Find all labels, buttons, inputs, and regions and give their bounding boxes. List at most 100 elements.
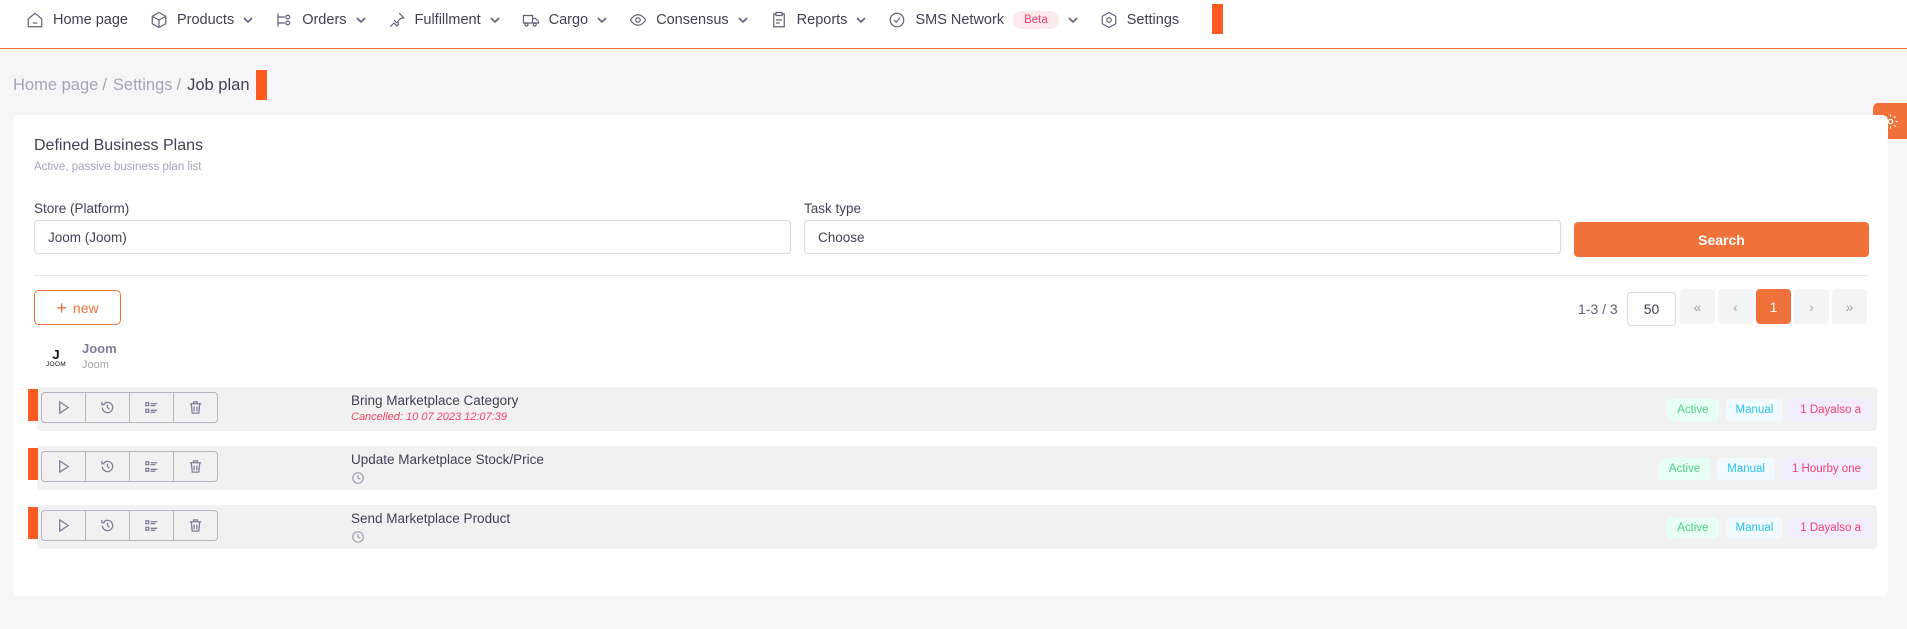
breadcrumb: Home page / Settings / Job plan <box>13 70 267 100</box>
breadcrumb-current: Job plan <box>187 75 250 94</box>
beta-badge: Beta <box>1013 11 1059 29</box>
run-button[interactable] <box>41 392 86 423</box>
nav-home[interactable]: Home page <box>26 0 128 40</box>
page-size-select[interactable]: 50 <box>1627 292 1676 326</box>
status-badge: Active <box>1667 399 1719 421</box>
store-select-value: Joom (Joom) <box>48 229 127 245</box>
pagination-count: 1-3 / 3 <box>1578 301 1618 317</box>
card-subtitle: Active, passive business plan list <box>34 161 202 173</box>
chevron-down-icon <box>597 15 607 25</box>
highlight-marker <box>28 448 38 480</box>
last-page-button[interactable]: » <box>1832 289 1867 324</box>
first-page-button[interactable]: « <box>1680 289 1715 324</box>
job-row: Bring Marketplace Category Cancelled: 10… <box>28 387 1877 431</box>
business-plans-card: Defined Business Plans Active, passive b… <box>13 115 1888 596</box>
nav-products[interactable]: Products <box>150 0 253 40</box>
breadcrumb-settings[interactable]: Settings <box>113 76 173 95</box>
search-button[interactable]: Search <box>1574 222 1869 257</box>
hexagon-gear-icon <box>1100 11 1118 29</box>
nav-sms-network-label: SMS Network <box>915 12 1005 28</box>
history-button[interactable] <box>85 392 130 423</box>
new-button-label: new <box>72 299 99 316</box>
clipboard-icon <box>770 11 788 29</box>
run-button[interactable] <box>41 451 86 482</box>
nav-orders-label: Orders <box>302 12 347 28</box>
play-icon <box>59 459 70 474</box>
store-label: Store (Platform) <box>34 201 130 216</box>
delete-button[interactable] <box>173 510 218 541</box>
box-icon <box>150 11 168 29</box>
breadcrumb-separator: / <box>176 75 182 94</box>
job-title: Bring Marketplace Category <box>351 393 519 408</box>
delete-button[interactable] <box>173 451 218 482</box>
clock-icon <box>351 471 365 485</box>
nav-cargo[interactable]: Cargo <box>522 0 608 40</box>
nav-consensus-label: Consensus <box>656 12 729 28</box>
chevron-down-icon <box>490 15 500 25</box>
job-title: Update Marketplace Stock/Price <box>351 452 544 467</box>
joom-logo-text: JOOM <box>46 360 66 368</box>
prev-page-button[interactable]: ‹ <box>1718 289 1753 324</box>
orders-icon <box>275 11 293 29</box>
joom-logo: J JOOM <box>42 344 70 372</box>
chevron-down-icon <box>355 15 366 25</box>
nav-settings[interactable]: Settings <box>1100 0 1179 40</box>
history-button[interactable] <box>85 510 130 541</box>
job-row: Send Marketplace Product Active Manual 1… <box>28 505 1877 549</box>
nav-consensus[interactable]: Consensus <box>629 0 748 40</box>
card-title: Defined Business Plans <box>34 137 203 154</box>
nav-products-label: Products <box>176 12 235 28</box>
details-button[interactable] <box>129 451 174 482</box>
history-button[interactable] <box>85 451 130 482</box>
run-button[interactable] <box>41 510 86 541</box>
nav-sms-network[interactable]: SMS Network Beta <box>888 0 1078 40</box>
delete-button[interactable] <box>173 392 218 423</box>
clock-icon <box>351 530 365 544</box>
task-type-select-value: Choose <box>818 229 865 245</box>
eye-icon <box>629 11 647 29</box>
breadcrumb-home[interactable]: Home page <box>13 76 98 95</box>
job-row: Update Marketplace Stock/Price Active Ma… <box>28 446 1877 490</box>
nav-reports[interactable]: Reports <box>770 0 867 40</box>
play-icon <box>59 400 70 415</box>
plus-icon: + <box>56 297 67 318</box>
job-badges: Active Manual 1 Dayalso a <box>1660 399 1871 421</box>
new-button[interactable]: + new <box>34 290 121 325</box>
period-badge: 1 Dayalso a <box>1790 399 1871 421</box>
top-nav: Home page Products Orders Fulfillment Ca… <box>0 0 1907 49</box>
job-actions <box>41 392 218 423</box>
nav-home-label: Home page <box>53 12 128 28</box>
job-title: Send Marketplace Product <box>351 511 511 526</box>
nav-settings-label: Settings <box>1126 12 1180 28</box>
history-icon <box>101 460 114 473</box>
job-actions <box>41 510 218 541</box>
joom-logo-letter: J <box>52 346 60 362</box>
chevron-down-icon <box>1068 15 1078 25</box>
nav-fulfillment[interactable]: Fulfillment <box>388 0 500 40</box>
chevron-down-icon <box>243 15 253 25</box>
highlight-marker <box>28 389 38 421</box>
job-actions <box>41 451 218 482</box>
nav-fulfillment-label: Fulfillment <box>414 12 481 28</box>
trash-icon <box>189 401 202 414</box>
nav-cargo-label: Cargo <box>548 12 589 28</box>
store-platform: Joom <box>82 359 109 371</box>
chevron-down-icon <box>856 15 867 25</box>
period-badge: 1 Dayalso a <box>1790 517 1871 539</box>
highlight-marker <box>255 70 267 100</box>
history-icon <box>101 519 114 532</box>
next-page-button[interactable]: › <box>1794 289 1829 324</box>
page-1-button[interactable]: 1 <box>1756 289 1791 324</box>
task-type-label: Task type <box>804 201 862 216</box>
nav-orders[interactable]: Orders <box>275 0 366 40</box>
history-icon <box>101 401 114 414</box>
play-icon <box>59 518 70 533</box>
details-button[interactable] <box>129 392 174 423</box>
status-badge: Active <box>1658 458 1711 480</box>
task-type-select[interactable]: Choose <box>804 220 1561 254</box>
details-button[interactable] <box>129 510 174 541</box>
divider <box>34 275 1869 276</box>
job-badges: Active Manual 1 Hourby one <box>1652 458 1871 480</box>
store-name: Joom <box>82 341 117 356</box>
store-select[interactable]: Joom (Joom) <box>34 220 791 254</box>
